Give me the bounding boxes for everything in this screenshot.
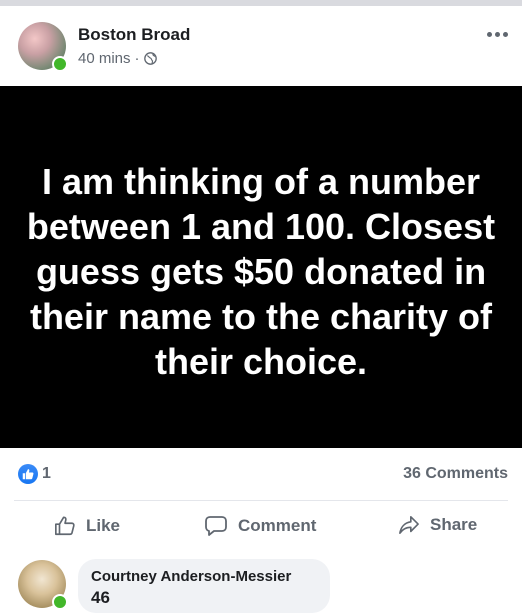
post-stats: 1 36 Comments — [0, 448, 522, 500]
comments-count[interactable]: 36 Comments — [403, 465, 508, 483]
like-label: Like — [86, 516, 121, 535]
online-status-icon — [52, 56, 68, 72]
post-text: I am thinking of a number between 1 and … — [26, 160, 496, 382]
more-options-icon[interactable] — [487, 32, 508, 37]
post-time[interactable]: 40 mins — [78, 50, 131, 67]
share-arrow-icon — [399, 516, 419, 534]
online-status-icon — [52, 594, 68, 610]
post-actions: Like Comment Share — [0, 501, 522, 549]
post-text-image: I am thinking of a number between 1 and … — [0, 86, 522, 448]
author-avatar[interactable] — [18, 22, 68, 72]
share-label: Share — [430, 515, 478, 534]
commenter-avatar[interactable] — [18, 560, 68, 610]
like-reaction-icon[interactable] — [18, 464, 38, 484]
share-button[interactable]: Share — [398, 515, 477, 535]
comment-button[interactable]: Comment — [204, 515, 316, 537]
post-meta: 40 mins · — [78, 50, 157, 67]
globe-icon — [143, 52, 157, 65]
comment-label: Comment — [238, 516, 317, 535]
commenter-name[interactable]: Courtney Anderson-Messier — [91, 568, 291, 585]
comment-text: 46 — [91, 588, 110, 607]
thumbs-up-icon — [55, 516, 75, 536]
comment-bubble[interactable]: Courtney Anderson-Messier 46 — [78, 559, 330, 613]
post-header: Boston Broad 40 mins · — [0, 6, 522, 86]
meta-separator: · — [134, 50, 140, 67]
author-name[interactable]: Boston Broad — [78, 25, 190, 45]
like-button[interactable]: Like — [54, 515, 120, 537]
comment-item: Courtney Anderson-Messier 46 — [0, 553, 522, 616]
comment-bubble-icon — [205, 516, 227, 536]
reactions-count[interactable]: 1 — [42, 465, 51, 483]
